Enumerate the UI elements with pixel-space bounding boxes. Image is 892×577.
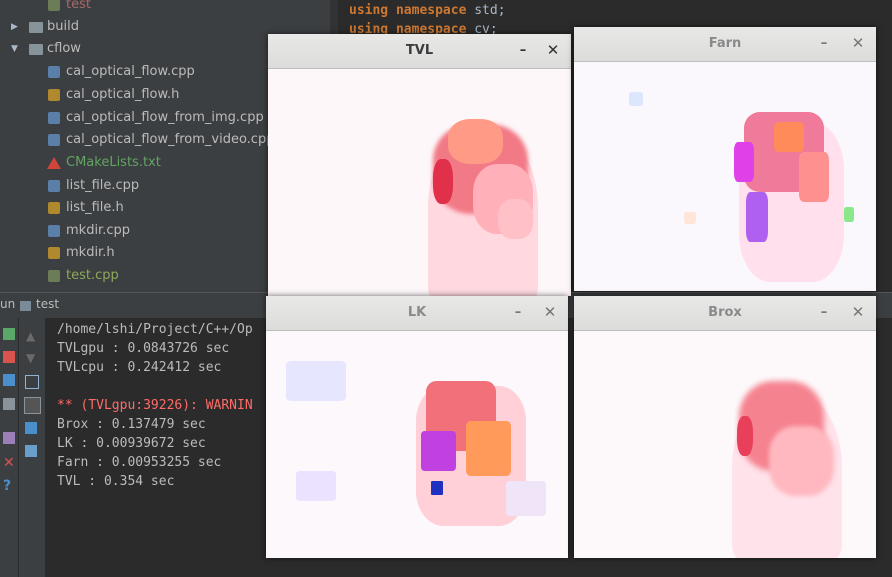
cpp-file-icon [48,180,60,192]
console-line: TVLgpu : 0.0843726 sec [57,341,230,356]
arrow-up-icon[interactable]: ▲ [26,330,38,342]
lk-flow-image [266,331,568,558]
console-line: Brox : 0.137479 sec [57,417,206,432]
console-line: TVLcpu : 0.242412 sec [57,360,222,375]
folder-icon [29,22,43,33]
lk-window[interactable]: LK – ✕ [266,296,568,558]
close-icon[interactable]: ✕ [545,40,561,60]
console-line: /home/lshi/Project/C++/Op [57,322,253,337]
cpp-file-icon [48,134,60,146]
run-toolbar-left: ✕ ? [0,318,18,577]
farn-window[interactable]: Farn – ✕ [574,27,876,291]
farn-flow-image [574,62,876,291]
header-file-icon [48,89,60,101]
close-icon[interactable]: ✕ [3,456,15,470]
pin-icon[interactable] [3,432,15,444]
print-icon[interactable] [25,422,37,434]
run-config-icon [20,301,31,311]
close-icon[interactable]: ✕ [850,33,866,53]
dump-threads-icon[interactable] [3,398,15,410]
minimize-icon[interactable]: – [510,302,526,322]
console-line: Farn : 0.00953255 sec [57,455,222,470]
soft-wrap-icon[interactable] [25,375,39,389]
test-file-icon [48,270,60,282]
close-icon[interactable]: ✕ [850,302,866,322]
window-titlebar[interactable]: Brox – ✕ [574,296,876,331]
tree-item-test-top[interactable]: test [0,0,338,16]
window-titlebar[interactable]: LK – ✕ [266,296,568,331]
file-icon [48,0,60,11]
stop-icon[interactable] [3,351,15,363]
pause-icon[interactable] [3,374,15,386]
header-file-icon [48,202,60,214]
chevron-down-icon[interactable]: ▼ [11,38,21,60]
tvl-flow-image [268,69,571,296]
console-warning-line: ** (TVLgpu:39226): WARNIN [57,398,253,413]
help-icon[interactable]: ? [3,479,15,493]
window-titlebar[interactable]: TVL – ✕ [268,34,571,69]
trash-icon[interactable] [25,445,37,457]
brox-window[interactable]: Brox – ✕ [574,296,876,558]
cmake-file-icon [47,157,61,169]
scroll-to-end-icon[interactable] [24,397,41,414]
folder-icon [29,44,43,55]
tvl-window[interactable]: TVL – ✕ [268,34,571,296]
window-titlebar[interactable]: Farn – ✕ [574,27,876,62]
console-line: LK : 0.00939672 sec [57,436,206,451]
minimize-icon[interactable]: – [515,40,531,60]
arrow-down-icon[interactable]: ▼ [26,352,38,364]
code-line: using namespace std; [349,3,506,18]
chevron-right-icon[interactable]: ▶ [11,16,21,38]
console-line: TVL : 0.354 sec [57,474,175,489]
brox-flow-image [574,331,876,558]
cpp-file-icon [48,112,60,124]
run-tab-label[interactable]: test [36,297,59,311]
run-toolbar-right: ▲ ▼ [18,318,45,577]
cpp-file-icon [48,66,60,78]
run-tab-prefix: un [0,297,16,311]
minimize-icon[interactable]: – [816,33,832,53]
rerun-icon[interactable] [3,328,15,340]
close-icon[interactable]: ✕ [542,302,558,322]
header-file-icon [48,247,60,259]
minimize-icon[interactable]: – [816,302,832,322]
cpp-file-icon [48,225,60,237]
